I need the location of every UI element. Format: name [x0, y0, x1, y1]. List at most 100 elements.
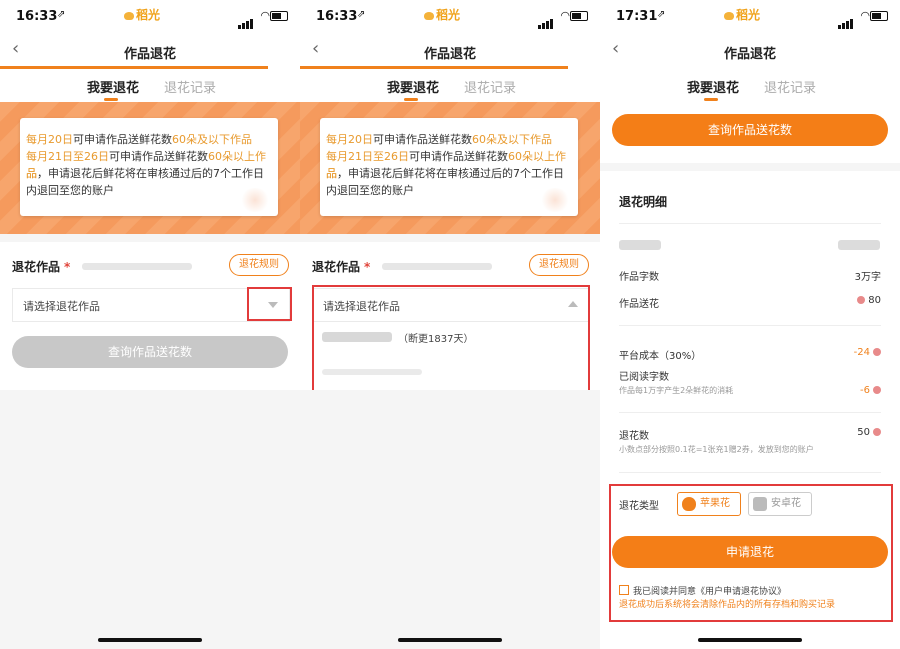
tab-apply-refund[interactable]: 我要退花 [687, 77, 739, 101]
notice-banner: 每月20日可申请作品送鲜花数60朵及以下作品 每月21日至26日可申请作品送鲜花… [0, 102, 300, 234]
home-indicator [398, 638, 502, 642]
home-indicator [98, 638, 202, 642]
page-background [0, 390, 300, 649]
refund-value-wrap: 50 [857, 427, 881, 438]
brand-icon [424, 11, 434, 20]
row-divider [619, 223, 881, 224]
flower-icon [873, 348, 881, 356]
read-words-note: 作品每1万字产生2朵鲜花的消耗 [619, 386, 734, 395]
brand-name: 稻光 [736, 8, 761, 22]
location-icon: ⇗ [657, 9, 666, 20]
refund-rules-button[interactable]: 退花规则 [229, 254, 289, 276]
page-background [300, 390, 600, 649]
blurred-text [82, 263, 192, 270]
brand-name: 稻光 [136, 8, 161, 22]
page-title: 作品退花 [723, 47, 776, 62]
notice-banner: 每月20日可申请作品送鲜花数60朵及以下作品 每月21日至26日可申请作品送鲜花… [300, 102, 600, 234]
read-words-label: 已阅读字数 [619, 372, 669, 383]
brand-logo: 稻光 [724, 6, 760, 23]
tab-bar: 我要退花 退花记录 [600, 72, 900, 102]
brand-name: 稻光 [436, 8, 461, 22]
tab-bar: 我要退花 退花记录 [300, 72, 600, 102]
gift-value: 80 [868, 295, 881, 306]
notice-card: 每月20日可申请作品送鲜花数60朵及以下作品 每月21日至26日可申请作品送鲜花… [20, 118, 278, 216]
refund-rules-button[interactable]: 退花规则 [529, 254, 589, 276]
query-gifts-button[interactable]: 查询作品送花数 [612, 114, 888, 146]
section-label: 退花作品 * [12, 260, 71, 274]
read-words-value-wrap: -6 [860, 385, 881, 396]
wifi-icon: ◠ [260, 9, 270, 22]
location-icon: ⇗ [357, 9, 366, 20]
refund-value: 50 [857, 427, 870, 438]
platform-cost-label: 平台成本（30%） [619, 351, 702, 362]
gift-value-wrap: 80 [854, 295, 881, 306]
section-divider [600, 163, 900, 171]
signal-icon [238, 10, 254, 29]
query-gifts-button-disabled[interactable]: 查询作品送花数 [12, 336, 288, 368]
row-divider [619, 412, 881, 413]
tab-refund-records[interactable]: 退花记录 [764, 77, 816, 96]
page-title: 作品退花 [123, 47, 176, 62]
loading-progress-bar [300, 66, 568, 69]
signal-icon [538, 10, 554, 29]
brand-icon [724, 11, 734, 20]
tab-apply-refund[interactable]: 我要退花 [387, 77, 439, 101]
status-bar: 16:33 ⇗ 稻光 ◠ [300, 0, 600, 32]
tab-bar: 我要退花 退花记录 [0, 72, 300, 102]
word-count-label: 作品字数 [619, 272, 659, 283]
page-title: 作品退花 [423, 47, 476, 62]
row-divider [619, 472, 881, 473]
read-words-value: -6 [860, 385, 870, 396]
home-indicator [698, 638, 802, 642]
annotation-box [609, 484, 893, 622]
location-icon: ⇗ [57, 9, 66, 20]
tab-refund-records[interactable]: 退花记录 [164, 77, 216, 96]
brand-logo: 稻光 [124, 6, 160, 23]
brand-icon [124, 11, 134, 20]
battery-icon [570, 11, 588, 21]
status-bar: 17:31 ⇗ 稻光 ◠ [600, 0, 900, 32]
flower-decoration-icon [240, 188, 270, 212]
battery-icon [270, 11, 288, 21]
status-bar: 16:33 ⇗ 稻光 ◠ [0, 0, 300, 32]
annotation-box [247, 287, 292, 321]
blurred-value [838, 240, 880, 250]
status-time: 16:33 [316, 9, 358, 24]
nav-bar: ‹ 作品退花 [600, 32, 900, 68]
blurred-text [382, 263, 492, 270]
nav-bar: ‹ 作品退花 [0, 32, 300, 68]
tab-apply-refund[interactable]: 我要退花 [87, 77, 139, 101]
select-placeholder: 请选择退花作品 [23, 300, 100, 313]
details-title: 退花明细 [619, 195, 668, 209]
brand-logo: 稻光 [424, 6, 460, 23]
platform-cost-value: -24 [853, 347, 870, 358]
wifi-icon: ◠ [860, 9, 870, 22]
refund-label: 退花数 [619, 431, 649, 442]
signal-icon [838, 10, 854, 29]
phone-screen-2: 16:33 ⇗ 稻光 ◠ ‹ 作品退花 我要退花 退花记录 每月20日可申请作品… [300, 0, 600, 649]
wifi-icon: ◠ [560, 9, 570, 22]
flower-decoration-icon [540, 188, 570, 212]
status-time: 17:31 [616, 9, 658, 24]
refund-note: 小数点部分按照0.1花=1张充1赠2券，发放到您的账户 [619, 445, 814, 454]
nav-bar: ‹ 作品退花 [300, 32, 600, 68]
row-divider [619, 325, 881, 326]
blurred-work-title [619, 240, 661, 250]
phone-screen-3: 17:31 ⇗ 稻光 ◠ ‹ 作品退花 我要退花 退花记录 查询作品送花数 退花… [600, 0, 900, 649]
annotation-box [312, 285, 590, 392]
section-divider [300, 234, 600, 242]
phone-screen-1: 16:33 ⇗ 稻光 ◠ ‹ 作品退花 我要退花 退花记录 每月20日可申请作品… [0, 0, 300, 649]
status-time: 16:33 [16, 9, 58, 24]
section-label: 退花作品 * [312, 260, 371, 274]
flower-icon [873, 428, 881, 436]
word-count-value: 3万字 [854, 272, 881, 283]
tab-refund-records[interactable]: 退花记录 [464, 77, 516, 96]
loading-progress-bar [0, 66, 268, 69]
gift-label: 作品送花 [619, 299, 659, 310]
notice-card: 每月20日可申请作品送鲜花数60朵及以下作品 每月21日至26日可申请作品送鲜花… [320, 118, 578, 216]
platform-cost-value-wrap: -24 [854, 347, 881, 358]
flower-icon [873, 386, 881, 394]
battery-icon [870, 11, 888, 21]
section-divider [0, 234, 300, 242]
flower-icon [857, 296, 866, 304]
